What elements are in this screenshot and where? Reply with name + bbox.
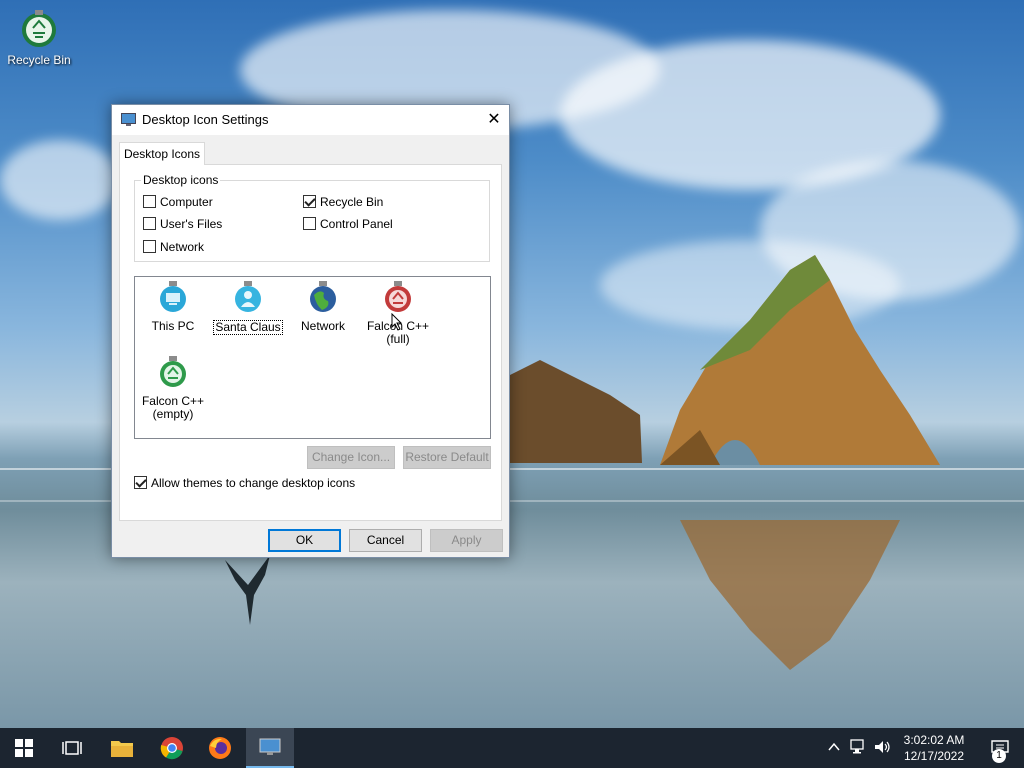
network-icon[interactable] (850, 739, 868, 755)
list-item-label: Network (300, 319, 345, 333)
list-item-this-pc[interactable]: This PC (135, 281, 211, 333)
list-item-sublabel: (full) (386, 332, 410, 346)
checkbox-label: Allow themes to change desktop icons (151, 476, 356, 490)
desktop-icon-settings-taskbar-button[interactable] (246, 728, 294, 768)
firefox-button[interactable] (196, 728, 244, 768)
start-icon (15, 739, 33, 757)
list-item-label: Santa Claus (213, 320, 283, 335)
tab-desktop-icons[interactable]: Desktop Icons (119, 142, 205, 165)
recycle-bin-checkbox[interactable]: Recycle Bin (303, 195, 383, 211)
list-item-santa-claus[interactable]: Santa Claus (210, 281, 286, 335)
computer-checkbox[interactable]: Computer (143, 195, 213, 211)
checkbox-label: Network (160, 240, 205, 254)
volume-icon[interactable] (874, 739, 892, 755)
notification-count-badge: 1 (992, 749, 1006, 763)
list-item-network[interactable]: Network (285, 281, 361, 333)
file-explorer-button[interactable] (98, 728, 146, 768)
mouse-pointer-icon (391, 313, 403, 331)
task-view-icon (62, 741, 82, 755)
desktop-recycle-bin[interactable]: Recycle Bin (6, 8, 72, 67)
network-checkbox[interactable]: Network (143, 240, 204, 256)
users-files-checkbox[interactable]: User's Files (143, 217, 222, 233)
clock-time: 3:02:02 AM (903, 733, 965, 747)
checkbox-box (143, 240, 156, 253)
title-bar[interactable]: Desktop Icon Settings ✕ (112, 105, 509, 135)
taskbar-clock[interactable]: 3:02:02 AM 12/17/2022 (898, 732, 970, 764)
desktop-icon-settings-dialog: Desktop Icon Settings ✕ Desktop Icons De… (111, 104, 510, 558)
restore-default-button[interactable]: Restore Default (403, 446, 491, 469)
checkbox-label: Recycle Bin (320, 195, 384, 209)
display-settings-icon (259, 738, 281, 755)
list-item-label: This PC (151, 319, 195, 333)
checkbox-box (143, 217, 156, 230)
display-settings-icon (121, 113, 136, 126)
this-pc-icon (160, 281, 186, 312)
firefox-icon (209, 737, 231, 759)
change-icon-button[interactable]: Change Icon... (307, 446, 395, 469)
ok-button[interactable]: OK (268, 529, 341, 552)
task-view-button[interactable] (48, 728, 96, 768)
desktop-icons-group: Desktop icons Computer Recycle Bin User'… (134, 173, 490, 262)
list-item-falcon-empty[interactable]: Falcon C++ (empty) (135, 356, 211, 421)
network-globe-icon (310, 281, 336, 312)
chrome-button[interactable] (148, 728, 196, 768)
group-label: Desktop icons (141, 173, 221, 187)
dialog-title: Desktop Icon Settings (142, 112, 269, 127)
start-button[interactable] (0, 728, 48, 768)
checkbox-label: Computer (160, 195, 213, 209)
clock-date: 12/17/2022 (903, 749, 965, 763)
recycle-bin-empty-icon (160, 356, 186, 387)
checkbox-label: Control Panel (320, 217, 393, 231)
checkbox-label: User's Files (160, 217, 223, 231)
icon-list[interactable]: This PC Santa Claus Network Falcon C++ (… (134, 276, 491, 439)
checkbox-box (303, 217, 316, 230)
tab-panel: Desktop icons Computer Recycle Bin User'… (119, 164, 502, 521)
desktop-icon-label: Recycle Bin (7, 53, 71, 67)
system-tray (826, 728, 896, 768)
close-button[interactable]: ✕ (479, 105, 509, 135)
allow-themes-checkbox[interactable]: Allow themes to change desktop icons (134, 476, 355, 492)
apply-button[interactable]: Apply (430, 529, 503, 552)
checkbox-box-checked (134, 476, 147, 489)
recycle-bin-icon (22, 10, 56, 47)
checkbox-box (143, 195, 156, 208)
recycle-bin-full-icon (385, 281, 411, 312)
chrome-icon (160, 737, 183, 760)
file-explorer-icon (111, 741, 133, 757)
close-icon: ✕ (487, 111, 501, 128)
taskbar: 3:02:02 AM 12/17/2022 (0, 728, 1024, 768)
control-panel-checkbox[interactable]: Control Panel (303, 217, 393, 233)
chevron-up-icon[interactable] (828, 742, 840, 752)
user-folder-icon (235, 281, 261, 312)
list-item-sublabel: (empty) (152, 407, 194, 421)
cancel-button[interactable]: Cancel (349, 529, 422, 552)
checkbox-box-checked (303, 195, 316, 208)
